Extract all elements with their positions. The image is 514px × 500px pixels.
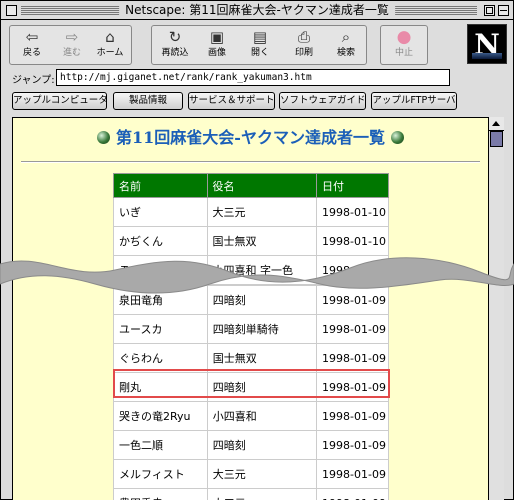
table-row: ユースカ 四暗刻単騎待 1998-01-09: [113, 314, 389, 344]
images-button[interactable]: ▣ 画像: [198, 26, 236, 64]
open-button-label: 開く: [250, 48, 269, 58]
cell-date: 1998-01-09: [316, 488, 389, 500]
home-button-label: ホーム: [96, 48, 124, 58]
table-row-highlighted: 剛丸 四暗刻 1998-01-09: [113, 372, 389, 402]
window-title: Netscape: 第11回麻雀大会-ヤクマン達成者一覧: [119, 2, 395, 18]
dir-button-apple[interactable]: アップルコンピュータ: [12, 92, 108, 110]
url-field[interactable]: http://mj.giganet.net/rank/rank_yakuman3…: [56, 69, 450, 86]
reload-icon: ↻: [168, 28, 182, 46]
back-arrow-icon: ⇦: [25, 28, 39, 46]
toolbar: ⇦ 戻る ⇨ 進む ⌂ ホーム ↻ 再読込 ▣ 画像 ▤ 開く ⎙ 印刷 ⌕ 検…: [1, 21, 513, 67]
table-row: メルフィスト 大三元 1998-01-09: [113, 459, 389, 489]
directory-bar: アップルコンピュータ 製品情報 サービス＆サポート ソフトウェアガイド アップル…: [1, 90, 513, 114]
netscape-logo[interactable]: N: [467, 24, 507, 64]
green-ball-icon: [97, 131, 111, 144]
cell-name: ぐらわん: [113, 343, 208, 373]
column-header-name: 名前: [113, 173, 208, 198]
scroll-thumb[interactable]: [490, 131, 503, 147]
location-label: ジャンプ:: [12, 75, 55, 86]
table-row: 一色二順 四暗刻 1998-01-09: [113, 430, 389, 460]
cell-name: いぎ: [113, 197, 208, 227]
cell-yaku: 大三元: [206, 459, 318, 489]
cell-yaku: 大三元: [206, 197, 318, 227]
title-bar[interactable]: Netscape: 第11回麻雀大会-ヤクマン達成者一覧: [1, 1, 513, 20]
cell-yaku: 大三元: [206, 488, 318, 500]
logo-horizon: [472, 53, 502, 59]
cell-name: 一色二順: [113, 430, 208, 460]
dir-button-software[interactable]: ソフトウェアガイド: [279, 92, 366, 110]
cell-yaku: 四暗刻: [206, 372, 318, 402]
vertical-scrollbar[interactable]: [488, 117, 504, 500]
scroll-up-arrow-icon[interactable]: [489, 117, 504, 131]
page-content: 第11回麻雀大会-ヤクマン達成者一覧 名前 役名 日付 いぎ 大三元 1998-01…: [12, 117, 488, 500]
search-button-label: 検索: [336, 48, 355, 58]
cell-yaku: 国士無双: [206, 343, 318, 373]
cell-date: 1998-01-09: [316, 401, 389, 431]
images-icon: ▣: [209, 28, 225, 46]
cell-name: ユースカ: [113, 314, 208, 344]
dir-button-products[interactable]: 製品情報: [113, 92, 183, 110]
close-box-icon[interactable]: [6, 5, 17, 16]
page-heading: 第11回麻雀大会-ヤクマン達成者一覧: [13, 124, 488, 148]
cell-yaku: 四暗刻: [206, 430, 318, 460]
back-button-label: 戻る: [22, 48, 41, 58]
cell-name: 哭きの竜2Ryu: [113, 401, 208, 431]
stop-button[interactable]: ● 中止: [385, 26, 423, 64]
location-bar: ジャンプ: http://mj.giganet.net/rank/rank_ya…: [1, 67, 513, 89]
horizontal-rule: [21, 161, 480, 163]
images-button-label: 画像: [207, 48, 226, 58]
cell-name: 剛丸: [113, 372, 208, 402]
page-title: 第11回麻雀大会-ヤクマン達成者一覧: [116, 128, 385, 147]
stop-icon: ●: [396, 27, 412, 47]
home-button[interactable]: ⌂ ホーム: [91, 26, 129, 64]
search-button[interactable]: ⌕ 検索: [327, 26, 365, 64]
torn-break-wave: [0, 257, 514, 294]
zoom-box-icon[interactable]: [484, 5, 495, 16]
reload-button-label: 再読込: [161, 48, 189, 58]
cell-date: 1998-01-10: [316, 197, 389, 227]
dir-button-support[interactable]: サービス＆サポート: [188, 92, 275, 110]
column-header-yaku: 役名: [206, 173, 318, 198]
wave-shape: [0, 257, 514, 294]
open-icon: ▤: [252, 28, 268, 46]
stop-button-label: 中止: [394, 48, 413, 58]
cell-date: 1998-01-09: [316, 430, 389, 460]
green-ball-icon: [390, 131, 404, 144]
collapse-box-icon[interactable]: [498, 5, 509, 16]
reload-button[interactable]: ↻ 再読込: [156, 26, 194, 64]
cell-date: 1998-01-09: [316, 343, 389, 373]
dir-button-ftp[interactable]: アップルFTPサーバ: [371, 92, 457, 110]
cell-yaku: 四暗刻単騎待: [206, 314, 318, 344]
yakuman-table-continued: 泉田竜角 四暗刻 1998-01-09 ユースカ 四暗刻単騎待 1998-01-09 ぐ…: [113, 285, 389, 500]
print-icon: ⎙: [297, 28, 310, 46]
search-icon: ⌕: [341, 28, 351, 46]
forward-button-label: 進む: [62, 48, 81, 58]
cell-name: メルフィスト: [113, 459, 208, 489]
table-row: 哭きの竜2Ryu 小四喜和 1998-01-09: [113, 401, 389, 431]
home-icon: ⌂: [105, 28, 115, 46]
table-header-row: 名前 役名 日付: [113, 173, 389, 198]
forward-arrow-icon: ⇨: [65, 28, 79, 46]
print-button-label: 印刷: [294, 48, 313, 58]
cell-name: 豊田秀幸: [113, 488, 208, 500]
print-button[interactable]: ⎙ 印刷: [285, 26, 323, 64]
cell-yaku: 小四喜和: [206, 401, 318, 431]
cell-date: 1998-01-09: [316, 372, 389, 402]
open-button[interactable]: ▤ 開く: [241, 26, 279, 64]
table-row: 豊田秀幸大三元1998-01-09: [113, 488, 389, 500]
forward-button[interactable]: ⇨ 進む: [53, 26, 91, 64]
cell-date: 1998-01-09: [316, 314, 389, 344]
table-row: ぐらわん 国士無双 1998-01-09: [113, 343, 389, 373]
column-header-date: 日付: [316, 173, 389, 198]
back-button[interactable]: ⇦ 戻る: [13, 26, 51, 64]
cell-date: 1998-01-09: [316, 459, 389, 489]
table-row: いぎ 大三元 1998-01-10: [113, 197, 389, 227]
